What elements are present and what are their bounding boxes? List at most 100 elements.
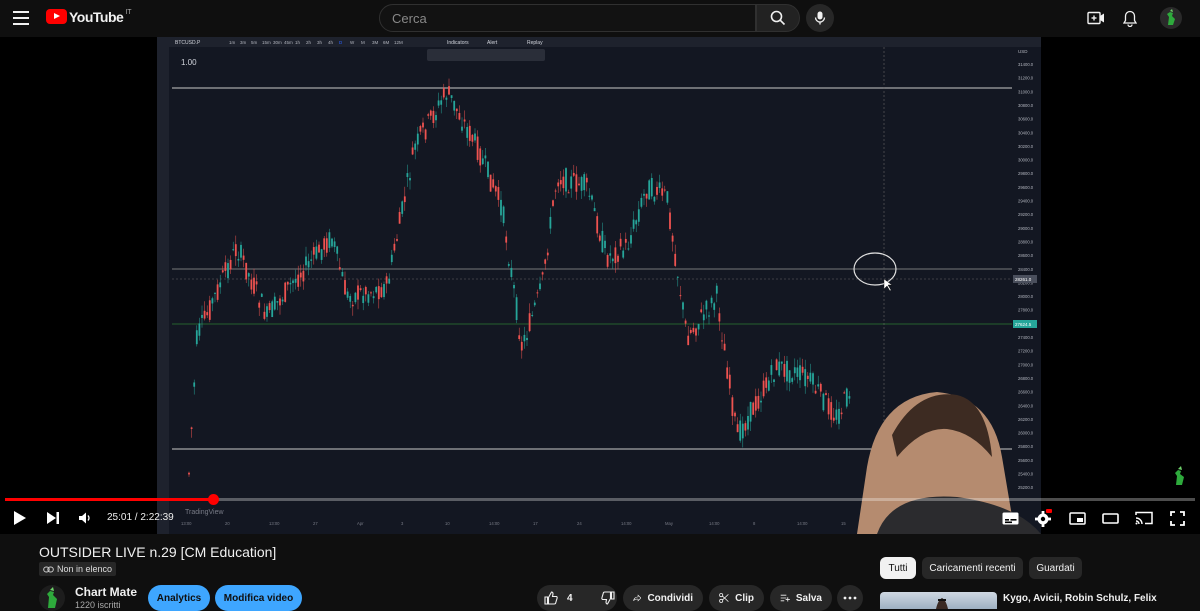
- timeframe-option: 15m: [262, 40, 271, 45]
- candle-body: [804, 369, 807, 387]
- more-actions-button[interactable]: [837, 585, 863, 611]
- search-button[interactable]: [756, 4, 800, 32]
- share-button[interactable]: Condividi: [623, 585, 703, 611]
- price-tick: 29800.0: [1018, 171, 1034, 176]
- candle-body: [520, 341, 523, 351]
- menu-icon[interactable]: [13, 11, 29, 25]
- price-tick: 26200.0: [1018, 417, 1034, 422]
- share-label: Condividi: [647, 592, 693, 604]
- candle-body: [734, 412, 736, 417]
- price-tick: 25800.0: [1018, 444, 1034, 449]
- candle-body: [546, 252, 549, 256]
- candle-body: [822, 393, 825, 411]
- candle-body: [684, 320, 687, 324]
- price-tick: 26000.0: [1018, 431, 1034, 436]
- mute-button[interactable]: [74, 507, 96, 529]
- candle-body: [796, 367, 799, 377]
- candle-body: [536, 292, 539, 294]
- candle-body: [637, 209, 640, 222]
- price-tick: 26800.0: [1018, 376, 1034, 381]
- candle-body: [770, 365, 773, 375]
- dislike-button[interactable]: [600, 591, 615, 605]
- channel-name[interactable]: Chart Mate: [75, 585, 137, 599]
- candle-body: [832, 417, 835, 421]
- timeframe-option: 3h: [317, 40, 323, 45]
- candle-body: [416, 133, 419, 145]
- notifications-bell-icon[interactable]: [1120, 8, 1140, 28]
- candle-body: [710, 297, 713, 304]
- clip-button[interactable]: Clip: [709, 585, 764, 611]
- chart-toolbar-labels: Indicators Alert Replay: [447, 40, 543, 46]
- candle-body: [845, 388, 848, 407]
- channel-avatar[interactable]: [39, 585, 65, 611]
- account-avatar[interactable]: [1160, 7, 1182, 29]
- candle-body: [783, 364, 786, 377]
- voice-search-button[interactable]: [806, 4, 834, 32]
- price-tick: 27000.0: [1018, 362, 1034, 367]
- play-icon: [14, 511, 26, 525]
- filter-chip-watched[interactable]: Guardati: [1029, 557, 1082, 579]
- candle-body: [299, 272, 302, 278]
- price-tick: 27200.0: [1018, 349, 1034, 354]
- candle-body: [635, 220, 638, 225]
- progress-bar[interactable]: [5, 494, 1195, 505]
- cast-button[interactable]: [1133, 507, 1155, 529]
- candle-body: [346, 291, 349, 298]
- candle-body: [645, 193, 648, 199]
- video-frame: BTCUSD.P 1m 3m 5m 15m 30m 45m 1h 2h 3h 4h D W M 3M 6M 1…: [157, 37, 1041, 534]
- price-tick: 30800.0: [1018, 103, 1034, 108]
- youtube-logo[interactable]: YouTube IT: [46, 9, 132, 25]
- candle-body: [585, 177, 588, 183]
- edit-video-button[interactable]: Modifica video: [215, 585, 302, 611]
- filter-chip-recent-uploads[interactable]: Caricamenti recenti: [922, 557, 1023, 579]
- fullscreen-button[interactable]: [1166, 507, 1188, 529]
- create-video-icon[interactable]: [1086, 8, 1106, 28]
- like-button[interactable]: 4: [544, 591, 573, 605]
- channel-watermark-icon[interactable]: [1169, 465, 1191, 487]
- duration: 2:22:39: [140, 512, 174, 523]
- price-tick: 29400.0: [1018, 199, 1034, 204]
- candle-body: [827, 398, 830, 415]
- miniplayer-button[interactable]: [1066, 507, 1088, 529]
- candle-body: [791, 378, 794, 382]
- scissors-icon: [719, 593, 729, 603]
- analytics-button[interactable]: Analytics: [148, 585, 210, 611]
- recommended-thumbnail[interactable]: [880, 592, 997, 609]
- candle-body: [435, 115, 437, 121]
- mouse-cursor-icon: [883, 278, 893, 292]
- candle-body: [552, 200, 554, 206]
- filter-chip-all[interactable]: Tutti: [880, 557, 916, 579]
- candle-body: [372, 296, 375, 299]
- candle-body: [762, 380, 765, 397]
- next-button[interactable]: [42, 507, 64, 529]
- candle-body: [500, 199, 502, 216]
- video-player[interactable]: BTCUSD.P 1m 3m 5m 15m 30m 45m 1h 2h 3h 4h D W M 3M 6M 1…: [0, 37, 1200, 534]
- candle-body: [502, 206, 505, 224]
- candle-body: [390, 254, 393, 263]
- candle-body: [489, 174, 492, 192]
- candle-body: [468, 125, 471, 141]
- candle-body: [539, 283, 541, 290]
- recommended-title[interactable]: Kygo, Avicii, Robin Schulz, Felix: [1003, 593, 1157, 604]
- price-tick: 28800.0: [1018, 239, 1034, 244]
- candle-body: [450, 95, 453, 98]
- save-label: Salva: [795, 592, 822, 604]
- candle-body: [221, 270, 224, 273]
- theater-mode-button[interactable]: [1099, 507, 1121, 529]
- candle-body: [325, 238, 328, 253]
- candle-body: [364, 286, 367, 295]
- candle-body: [307, 261, 310, 268]
- candle-body: [370, 292, 372, 294]
- candle-body: [494, 186, 497, 192]
- subtitles-button[interactable]: [999, 507, 1021, 529]
- candle-body: [840, 412, 843, 415]
- search-input[interactable]: [380, 5, 755, 31]
- candle-body: [195, 330, 198, 345]
- candle-body: [695, 328, 697, 336]
- candle-body: [775, 359, 778, 371]
- save-button[interactable]: Salva: [770, 585, 832, 611]
- settings-button[interactable]: [1032, 507, 1054, 529]
- toolbar-item: Replay: [527, 40, 543, 46]
- candle-body: [315, 246, 318, 259]
- play-button[interactable]: [9, 507, 31, 529]
